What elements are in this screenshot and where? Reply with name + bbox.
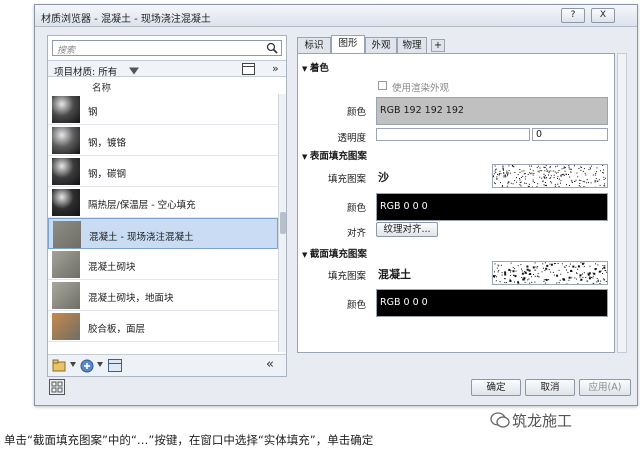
shading-color-swatch[interactable]: RGB 192 192 192 [376,97,608,125]
list-view-icon[interactable] [242,63,255,75]
material-list-item[interactable]: 混凝土砌块 [48,249,278,280]
cut-pattern-label: 填充图案 [327,271,366,282]
name-column-header: 名称 [92,83,112,94]
library-filter-bar: 项目材质: 所有 » [48,60,286,78]
shading-color-label: 颜色 [346,107,366,118]
library-filter-dropdown[interactable]: 项目材质: 所有 [54,64,117,78]
material-assets-panel-icon[interactable] [49,379,65,395]
material-list-item-label: 混凝土 - 现场浇注混凝土 [89,232,194,243]
list-scrollbar[interactable] [278,94,286,352]
material-list: 钢钢，镀铬钢，碳钢隔热层/保温层 - 空心填充 混凝土 - 现场浇注混凝土 混凝土砌… [48,94,278,352]
material-thumbnail [52,127,80,154]
surface-pattern-preview[interactable] [492,164,608,188]
folder-dropdown-icon[interactable] [70,362,76,367]
new-material-icon[interactable] [80,359,95,373]
material-list-pane: 搜索 项目材质: 所有 » 名称 钢钢，镀铬钢，碳钢隔热层/保温层 - 空心填充… [47,35,287,377]
properties-pane: 标识 图形 外观 物理 + 着色 使用渲染外观 颜色 RGB 192 192 1… [297,35,627,355]
add-tab-button[interactable]: + [431,39,445,52]
material-list-item[interactable]: 混凝土砌块，地面块 [48,280,278,311]
transparency-input[interactable]: 0 [532,128,608,141]
shading-section-header[interactable]: 着色 [302,60,329,74]
search-input[interactable]: 搜索 [52,40,282,56]
surface-pattern-name: 沙 [378,171,389,184]
material-list-item[interactable]: 混凝土 - 现场浇注混凝土 [48,218,278,249]
filter-dropdown-icon[interactable] [128,63,140,78]
use-render-appearance-label: 使用渲染外观 [392,83,450,94]
material-list-item-label: 胶合板，面层 [88,324,146,335]
material-list-item[interactable]: 钢，镀铬 [48,125,278,156]
material-list-item-label: 混凝土砌块 [88,262,136,273]
apply-button[interactable]: 应用(A) [579,379,631,396]
material-thumbnail [52,313,80,340]
material-list-item-label: 钢 [88,107,98,118]
surface-color-swatch[interactable]: RGB 0 0 0 [376,193,608,221]
properties-scrollbar[interactable] [617,53,627,353]
tab-physical[interactable]: 物理 [397,37,427,53]
graphics-panel: 着色 使用渲染外观 颜色 RGB 192 192 192 透明度 0 表面填充图… [297,53,615,353]
transparency-slider[interactable] [376,128,530,141]
wechat-logo-icon [490,412,510,428]
ok-button[interactable]: 确定 [471,379,521,396]
material-thumbnail [53,221,81,248]
material-thumbnail [52,251,80,278]
cut-color-swatch[interactable]: RGB 0 0 0 [376,289,608,317]
surface-color-label: 颜色 [346,203,366,214]
cancel-button[interactable]: 取消 [525,379,575,396]
material-thumbnail [52,189,80,216]
library-folder-icon[interactable] [52,359,68,373]
scrollbar-thumb[interactable] [280,212,286,234]
texture-align-button[interactable]: 纹理对齐... [376,222,438,237]
cut-pattern-preview[interactable] [492,261,608,285]
surface-pattern-section-header[interactable]: 表面填充图案 [302,148,367,162]
help-button[interactable]: ? [561,8,585,23]
material-list-item-label: 混凝土砌块，地面块 [88,293,174,304]
watermark-text: 筑龙施工 [512,412,573,430]
transparency-label: 透明度 [337,133,366,144]
material-list-item[interactable]: 钢，碳钢 [48,156,278,187]
surface-pattern-label: 填充图案 [327,174,366,185]
material-list-item-label: 隔热层/保温层 - 空心填充 [88,200,196,211]
collapse-panel-button[interactable]: « [266,357,274,372]
material-list-item[interactable]: 胶合板，面层 [48,311,278,342]
material-thumbnail [52,282,80,309]
search-placeholder: 搜索 [57,46,76,56]
surface-align-label: 对齐 [346,228,366,239]
window-title: 材质浏览器 - 混凝土 - 现场浇注混凝土 [41,14,211,25]
close-button[interactable]: X [591,8,615,23]
expand-library-button[interactable]: » [272,62,279,75]
cut-pattern-section-header[interactable]: 截面填充图案 [302,246,367,260]
title-bar[interactable]: 材质浏览器 - 混凝土 - 现场浇注混凝土 ? X [35,5,637,27]
asset-browser-icon[interactable] [108,359,122,372]
material-list-item-label: 钢，碳钢 [88,169,127,180]
material-list-item-label: 钢，镀铬 [88,138,127,149]
material-list-item[interactable]: 钢 [48,94,278,125]
instruction-caption: 单击“截面填充图案”中的“…”按键，在窗口中选择“实体填充”，单击确定 [4,433,374,447]
cut-pattern-name: 混凝土 [378,268,411,281]
new-material-dropdown-icon[interactable] [97,362,103,367]
material-thumbnail [52,158,80,185]
tab-appearance[interactable]: 外观 [365,37,397,53]
search-icon[interactable] [266,42,278,54]
material-thumbnail [52,96,80,123]
material-list-item[interactable]: 隔热层/保温层 - 空心填充 [48,187,278,218]
use-render-appearance-checkbox[interactable] [378,81,387,90]
list-footer-toolbar: « [48,354,286,376]
tab-identity[interactable]: 标识 [297,37,331,53]
tab-graphics[interactable]: 图形 [331,35,365,54]
cut-color-label: 颜色 [346,300,366,311]
material-browser-window: 材质浏览器 - 混凝土 - 现场浇注混凝土 ? X 搜索 项目材质: 所有 » … [34,4,638,406]
